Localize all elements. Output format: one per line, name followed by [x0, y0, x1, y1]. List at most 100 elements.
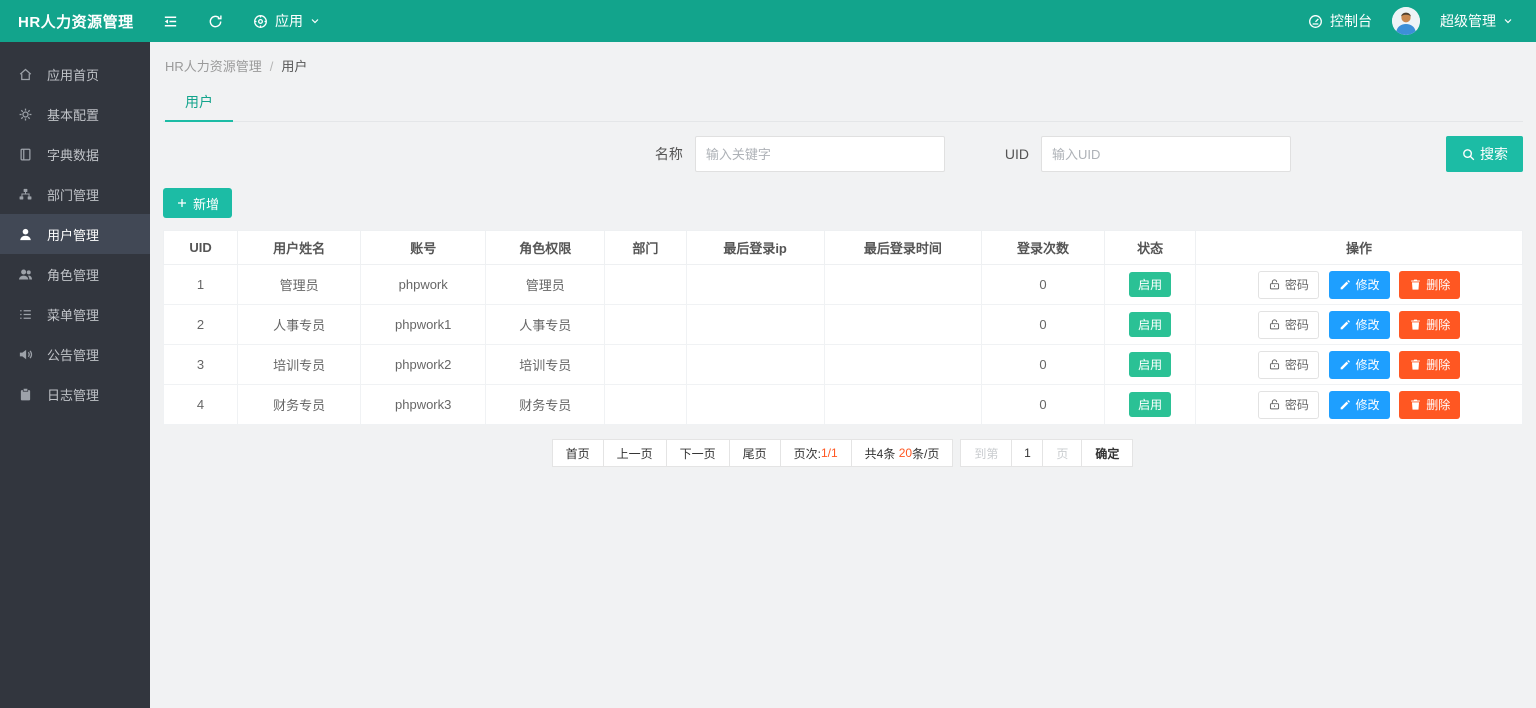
sidebar-item-book[interactable]: 字典数据	[0, 134, 150, 174]
goto-page-input[interactable]	[1011, 439, 1043, 467]
list-icon	[18, 307, 33, 322]
password-button[interactable]: 密码	[1258, 271, 1319, 299]
cell-role: 人事专员	[486, 305, 605, 345]
menu-fold-icon[interactable]	[162, 13, 179, 30]
admin-menu[interactable]: 超级管理	[1440, 11, 1514, 31]
console-link[interactable]: 控制台	[1307, 11, 1372, 31]
plus-icon	[176, 197, 188, 209]
column-header: 账号	[361, 231, 486, 265]
name-field-label: 名称	[655, 144, 683, 164]
breadcrumb-separator: /	[270, 59, 274, 74]
sidebar-item-label: 部门管理	[47, 185, 99, 204]
home-icon	[18, 67, 33, 82]
breadcrumb-root[interactable]: HR人力资源管理	[165, 59, 262, 74]
add-button[interactable]: 新增	[163, 188, 232, 218]
tab-users[interactable]: 用户	[165, 85, 233, 122]
total-info: 共4条 20条/页	[851, 439, 954, 467]
cell-status: 启用	[1105, 305, 1196, 345]
page-first-button[interactable]: 首页	[552, 439, 604, 467]
cell-department	[605, 385, 686, 425]
goto-confirm-button[interactable]: 确定	[1081, 439, 1133, 467]
cell-uid: 2	[164, 305, 238, 345]
cell-login-count: 0	[981, 265, 1104, 305]
cell-account: phpwork2	[361, 345, 486, 385]
cell-status: 启用	[1105, 385, 1196, 425]
name-search-input[interactable]	[695, 136, 945, 172]
lock-icon	[1268, 318, 1281, 331]
cell-actions: 密码 修改 删除	[1196, 305, 1523, 345]
edit-button[interactable]: 修改	[1329, 271, 1390, 299]
goto-suffix-label: 页	[1042, 439, 1082, 467]
delete-button[interactable]: 删除	[1399, 311, 1460, 339]
sidebar-item-users[interactable]: 角色管理	[0, 254, 150, 294]
sidebar-item-home[interactable]: 应用首页	[0, 54, 150, 94]
lock-icon	[1268, 398, 1281, 411]
delete-button[interactable]: 删除	[1399, 391, 1460, 419]
column-header: 最后登录ip	[686, 231, 824, 265]
column-header: 登录次数	[981, 231, 1104, 265]
password-button[interactable]: 密码	[1258, 311, 1319, 339]
apps-menu[interactable]: 应用	[252, 11, 321, 31]
cell-login-count: 0	[981, 385, 1104, 425]
per-page-value: 20	[899, 446, 912, 460]
sidebar-item-log[interactable]: 日志管理	[0, 374, 150, 414]
pencil-icon	[1339, 278, 1352, 291]
sidebar-item-sitemap[interactable]: 部门管理	[0, 174, 150, 214]
sidebar-item-label: 应用首页	[47, 65, 99, 84]
sidebar-item-label: 日志管理	[47, 385, 99, 404]
sidebar: 应用首页 基本配置 字典数据 部门管理 用户管理 角色管理 菜单管理 公告管理 …	[0, 42, 150, 708]
search-button[interactable]: 搜索	[1446, 136, 1523, 172]
table-row: 2 人事专员 phpwork1 人事专员 0 启用 密码 修改 删除	[164, 305, 1523, 345]
column-header: 角色权限	[486, 231, 605, 265]
cell-department	[605, 265, 686, 305]
cell-role: 培训专员	[486, 345, 605, 385]
password-button[interactable]: 密码	[1258, 351, 1319, 379]
edit-button[interactable]: 修改	[1329, 391, 1390, 419]
cell-last-login-time	[824, 385, 981, 425]
sidebar-item-user[interactable]: 用户管理	[0, 214, 150, 254]
cell-status: 启用	[1105, 345, 1196, 385]
breadcrumb-current: 用户	[281, 59, 307, 74]
app-title: HR人力资源管理	[0, 0, 150, 42]
cell-account: phpwork	[361, 265, 486, 305]
password-button[interactable]: 密码	[1258, 391, 1319, 419]
sidebar-item-list[interactable]: 菜单管理	[0, 294, 150, 334]
chevron-down-icon	[1502, 15, 1514, 27]
delete-button[interactable]: 删除	[1399, 351, 1460, 379]
edit-button[interactable]: 修改	[1329, 311, 1390, 339]
cell-actions: 密码 修改 删除	[1196, 345, 1523, 385]
cell-name: 人事专员	[238, 305, 361, 345]
page-next-button[interactable]: 下一页	[666, 439, 730, 467]
pencil-icon	[1339, 358, 1352, 371]
refresh-icon[interactable]	[207, 13, 224, 30]
delete-button[interactable]: 删除	[1399, 271, 1460, 299]
tab-bar: 用户	[163, 85, 1523, 122]
sidebar-item-speaker[interactable]: 公告管理	[0, 334, 150, 374]
trash-icon	[1409, 398, 1422, 411]
status-badge: 启用	[1129, 272, 1171, 297]
edit-button[interactable]: 修改	[1329, 351, 1390, 379]
uid-field-label: UID	[1005, 146, 1029, 162]
cell-account: phpwork3	[361, 385, 486, 425]
avatar-image	[1392, 7, 1420, 35]
sidebar-item-label: 角色管理	[47, 265, 99, 284]
avatar[interactable]	[1392, 7, 1420, 35]
status-badge: 启用	[1129, 312, 1171, 337]
apps-menu-label: 应用	[275, 11, 303, 31]
sidebar-item-label: 用户管理	[47, 225, 99, 244]
cell-last-login-ip	[686, 345, 824, 385]
column-header: UID	[164, 231, 238, 265]
cell-name: 财务专员	[238, 385, 361, 425]
page-last-button[interactable]: 尾页	[729, 439, 781, 467]
lock-icon	[1268, 358, 1281, 371]
uid-search-input[interactable]	[1041, 136, 1291, 172]
sidebar-item-label: 公告管理	[47, 345, 99, 364]
cell-name: 培训专员	[238, 345, 361, 385]
cell-last-login-ip	[686, 305, 824, 345]
table-row: 4 财务专员 phpwork3 财务专员 0 启用 密码 修改 删除	[164, 385, 1523, 425]
page-prev-button[interactable]: 上一页	[603, 439, 667, 467]
column-header: 用户姓名	[238, 231, 361, 265]
sidebar-item-gear[interactable]: 基本配置	[0, 94, 150, 134]
main-content: HR人力资源管理/用户 用户 名称 UID 搜索 新增 UID用户姓名账号角色权…	[150, 42, 1536, 708]
speaker-icon	[18, 347, 33, 362]
